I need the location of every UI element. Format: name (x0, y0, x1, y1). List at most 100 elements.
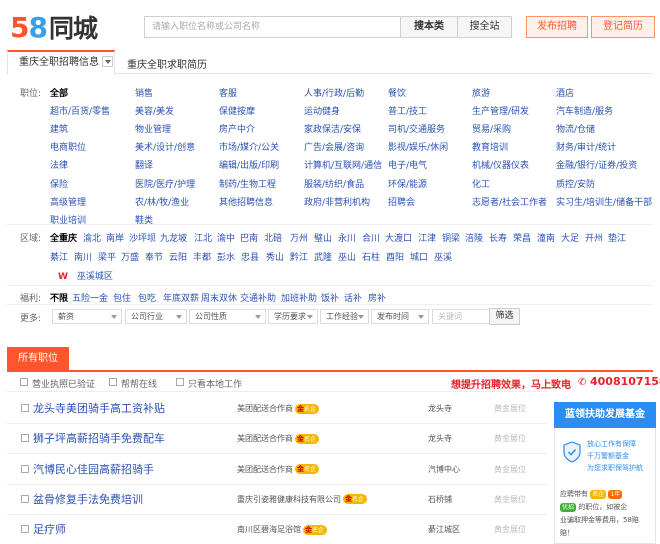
job-category-item[interactable]: 翻译 (135, 158, 153, 171)
welfare-item[interactable]: 房补 (368, 291, 386, 304)
welfare-item[interactable]: 周末双休 (201, 291, 237, 304)
welfare-item[interactable]: 交通补助 (240, 291, 276, 304)
tab-fulltime-resumes[interactable]: 重庆全职求职简历 (127, 56, 207, 71)
area-item[interactable]: 巫山 (338, 250, 356, 263)
welfare-item[interactable]: 包住 (113, 291, 131, 304)
job-category-item[interactable]: 酒店 (556, 86, 574, 99)
job-category-item[interactable]: 销售 (135, 86, 153, 99)
job-title-link[interactable]: 狮子坪高薪招骑手免费配车 (33, 430, 165, 446)
chevron-down-icon[interactable] (102, 55, 113, 67)
area-item[interactable]: 万盛 (121, 250, 139, 263)
area-item[interactable]: 忠县 (241, 250, 259, 263)
job-title-link[interactable]: 龙头寺美团骑手高工资补贴 (33, 400, 165, 416)
job-category-item[interactable]: 美容/美发 (135, 104, 174, 117)
job-category-item[interactable]: 美术/设计/创意 (135, 140, 195, 153)
area-item[interactable]: 大渡口 (385, 231, 412, 244)
area-item[interactable]: 大足 (561, 231, 579, 244)
area-item[interactable]: 全重庆 (50, 231, 77, 244)
welfare-item[interactable]: 包吃 (138, 291, 156, 304)
job-category-item[interactable]: 物流/仓储 (556, 122, 595, 135)
job-category-item[interactable]: 服装/纺织/食品 (304, 177, 364, 190)
job-category-item[interactable]: 房产中介 (219, 122, 255, 135)
area-item[interactable]: 沙坪坝 (129, 231, 156, 244)
filter-button[interactable]: 筛选 (489, 308, 520, 325)
area-item[interactable]: 荣昌 (513, 231, 531, 244)
filter-dropdown[interactable]: 工作经验 (320, 309, 369, 324)
welfare-item[interactable]: 不限 (50, 291, 68, 304)
job-category-item[interactable]: 志愿者/社会工作者 (472, 195, 547, 208)
area-item[interactable]: 丰都 (193, 250, 211, 263)
area-item[interactable]: 铜梁 (442, 231, 460, 244)
job-category-item[interactable]: 普工/技工 (388, 104, 427, 117)
job-category-item[interactable]: 影视/娱乐/休闲 (388, 140, 448, 153)
area-item[interactable]: 江北 (194, 231, 212, 244)
area-item[interactable]: 渝中 (217, 231, 235, 244)
area-item[interactable]: 九龙坡 (160, 231, 187, 244)
area-item[interactable]: 璧山 (314, 231, 332, 244)
job-title-link[interactable]: 足疗师 (33, 521, 66, 537)
job-category-item[interactable]: 其他招聘信息 (219, 195, 273, 208)
company-name[interactable]: 重庆引姿雅健康科技有限公司 金名企 (237, 494, 368, 505)
job-category-item[interactable]: 贸易/采购 (472, 122, 511, 135)
job-category-item[interactable]: 化工 (472, 177, 490, 190)
area-item[interactable]: 梁平 (98, 250, 116, 263)
job-category-item[interactable]: 教育培训 (472, 140, 508, 153)
job-select-checkbox[interactable] (21, 525, 29, 534)
area-item[interactable]: 南川 (74, 250, 92, 263)
area-item[interactable]: 南岸 (106, 231, 124, 244)
area-item[interactable]: 黔江 (290, 250, 308, 263)
tab-fulltime-jobs[interactable]: 重庆全职招聘信息 (7, 50, 115, 75)
area-item[interactable]: 万州 (290, 231, 308, 244)
area-item[interactable]: 綦江 (50, 250, 68, 263)
area-item[interactable]: 渝北 (83, 231, 101, 244)
job-select-checkbox[interactable] (21, 434, 29, 443)
job-category-item[interactable]: 电商职位 (50, 140, 86, 153)
job-category-item[interactable]: 家政保洁/安保 (304, 122, 361, 135)
job-category-item[interactable]: 旅游 (472, 86, 490, 99)
filter-dropdown[interactable]: 学历要求 (268, 309, 318, 324)
area-wuxi-town[interactable]: W 巫溪城区 (58, 269, 113, 282)
area-item[interactable]: 巫溪 (434, 250, 452, 263)
filter-dropdown[interactable]: 公司行业 (125, 309, 187, 324)
post-job-button[interactable]: 发布招聘 (526, 16, 588, 38)
job-category-item[interactable]: 广告/会展/咨询 (304, 140, 364, 153)
job-category-item[interactable]: 医院/医疗/护理 (135, 177, 195, 190)
job-select-checkbox[interactable] (21, 404, 29, 412)
job-category-item[interactable]: 政府/非营利机构 (304, 195, 370, 208)
license-verified-checkbox[interactable] (20, 378, 28, 386)
job-category-item[interactable]: 市场/媒介/公关 (219, 140, 279, 153)
area-item[interactable]: 江津 (418, 231, 436, 244)
job-category-item[interactable]: 招聘会 (388, 195, 415, 208)
area-item[interactable]: 涪陵 (465, 231, 483, 244)
search-all-button[interactable]: 搜全站 (458, 16, 512, 38)
area-item[interactable]: 北碚 (264, 231, 282, 244)
welfare-item[interactable]: 年底双薪 (163, 291, 199, 304)
area-item[interactable]: 潼南 (537, 231, 555, 244)
job-title-link[interactable]: 汽博民心佳园高薪招骑手 (33, 461, 154, 477)
job-category-item[interactable]: 电子/电气 (388, 158, 427, 171)
job-category-item[interactable]: 编辑/出版/印刷 (219, 158, 279, 171)
area-item[interactable]: 长寿 (489, 231, 507, 244)
area-item[interactable]: 开州 (585, 231, 603, 244)
job-category-item[interactable]: 计算机/互联网/通信 (304, 158, 382, 171)
job-category-item[interactable]: 建筑 (50, 122, 68, 135)
job-category-item[interactable]: 制药/生物工程 (219, 177, 276, 190)
job-category-item[interactable]: 餐饮 (388, 86, 406, 99)
area-item[interactable]: 酉阳 (386, 250, 404, 263)
area-item[interactable]: 云阳 (169, 250, 187, 263)
job-title-link[interactable]: 盆骨修复手法免费培训 (33, 491, 143, 507)
search-input[interactable]: 请输入职位名称或公司名称 (144, 16, 400, 38)
local-only-checkbox[interactable] (176, 378, 184, 386)
job-select-checkbox[interactable] (21, 494, 29, 503)
job-category-item[interactable]: 保险 (50, 177, 68, 190)
search-category-button[interactable]: 搜本类 (400, 16, 458, 38)
phone-number[interactable]: 4008107158 (590, 375, 660, 388)
filter-dropdown[interactable]: 发布时间 (371, 309, 429, 324)
job-category-item[interactable]: 保健按摩 (219, 104, 255, 117)
job-select-checkbox[interactable] (21, 464, 29, 473)
job-category-item[interactable]: 法律 (50, 158, 68, 171)
company-name[interactable]: 美团配送合作商 金名企 (237, 403, 320, 414)
job-category-item[interactable]: 生产管理/研发 (472, 104, 529, 117)
area-item[interactable]: 合川 (362, 231, 380, 244)
filter-dropdown[interactable]: 薪资 (52, 309, 122, 324)
